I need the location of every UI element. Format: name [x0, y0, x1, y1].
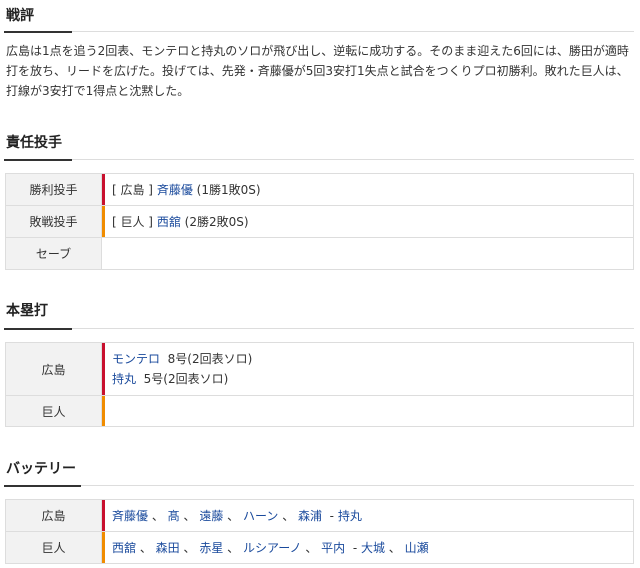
commentary-text: 広島は1点を追う2回表、モンテロと持丸のソロが飛び出し、逆転に成功する。そのまま…	[6, 44, 629, 98]
player-link[interactable]: 髙	[168, 509, 180, 523]
pitcher-row-label: セーブ	[5, 237, 102, 270]
team-tag: [ 広島 ]	[112, 183, 153, 197]
pitcher-row-loss: 敗戦投手 [ 巨人 ] 西舘 (2勝2敗0S)	[5, 205, 634, 238]
player-link[interactable]: 遠藤	[199, 509, 223, 523]
player-link[interactable]: ルシアーノ	[243, 541, 302, 555]
player-link[interactable]: 西舘	[157, 215, 181, 229]
homerun-row-label: 広島	[5, 342, 102, 396]
battery-row-label: 巨人	[5, 531, 102, 564]
team-color-bar	[102, 500, 105, 531]
player-link[interactable]: 森田	[156, 541, 180, 555]
pitchers-title: 責任投手	[6, 135, 62, 151]
homerun-row-label: 巨人	[5, 395, 102, 427]
player-link[interactable]: 森浦	[298, 509, 322, 523]
pitcher-row-label: 敗戦投手	[5, 205, 102, 238]
homeruns-title-rule	[4, 328, 72, 330]
player-link[interactable]: 持丸	[338, 509, 362, 523]
player-link[interactable]: 山瀬	[405, 541, 429, 555]
homerun-row-giants: 巨人	[5, 395, 634, 427]
homerun-row-value: モンテロ 8号(2回表ソロ) 持丸 5号(2回表ソロ)	[101, 342, 634, 396]
battery-title-rule	[4, 485, 81, 487]
player-link[interactable]: モンテロ	[112, 352, 160, 366]
battery-title: バッテリー	[6, 461, 76, 477]
battery-title-rule-light	[81, 485, 634, 486]
player-link[interactable]: ハーン	[243, 509, 278, 523]
player-link[interactable]: 持丸	[112, 372, 136, 386]
pitcher-row-value: [ 巨人 ] 西舘 (2勝2敗0S)	[101, 205, 634, 238]
pitcher-stats: (2勝2敗0S)	[184, 215, 249, 229]
pitcher-row-save: セーブ	[5, 237, 634, 270]
pitchers-table: 勝利投手 [ 広島 ] 斉藤優 (1勝1敗0S) 敗戦投手 [ 巨人 ] 西舘 …	[5, 173, 634, 270]
pitcher-row-label: 勝利投手	[5, 173, 102, 206]
pitcher-row-value: [ 広島 ] 斉藤優 (1勝1敗0S)	[101, 173, 634, 206]
team-color-bar	[102, 206, 105, 237]
homerun-detail: 8号(2回表ソロ)	[167, 352, 253, 366]
pitcher-row-win: 勝利投手 [ 広島 ] 斉藤優 (1勝1敗0S)	[5, 173, 634, 206]
player-link[interactable]: 西舘	[112, 541, 136, 555]
player-link[interactable]: 斉藤優	[112, 509, 148, 523]
homeruns-table: 広島 モンテロ 8号(2回表ソロ) 持丸 5号(2回表ソロ) 巨人	[5, 342, 634, 427]
battery-row-value: 西舘 、 森田 、 赤星 、 ルシアーノ 、 平内 - 大城 、 山瀬	[101, 531, 634, 564]
homerun-detail: 5号(2回表ソロ)	[143, 372, 229, 386]
homerun-entry: 持丸 5号(2回表ソロ)	[102, 369, 633, 389]
battery-row-giants: 巨人 西舘 、 森田 、 赤星 、 ルシアーノ 、 平内 - 大城 、 山瀬	[5, 531, 634, 564]
player-link[interactable]: 平内	[321, 541, 345, 555]
player-link[interactable]: 大城	[361, 541, 385, 555]
pitcher-row-value	[101, 237, 634, 270]
team-tag: [ 巨人 ]	[112, 215, 153, 229]
team-color-bar	[102, 343, 105, 395]
player-link[interactable]: 斉藤優	[157, 183, 193, 197]
battery-row-value: 斉藤優 、 髙 、 遠藤 、 ハーン 、 森浦 - 持丸	[101, 499, 634, 532]
battery-row-hiroshima: 広島 斉藤優 、 髙 、 遠藤 、 ハーン 、 森浦 - 持丸	[5, 499, 634, 532]
commentary-title-rule-light	[72, 31, 634, 32]
team-color-bar	[102, 396, 105, 426]
homerun-row-value	[101, 395, 634, 427]
commentary-title: 戦評	[6, 8, 34, 24]
team-color-bar	[102, 532, 105, 563]
pitchers-title-rule	[4, 159, 72, 161]
commentary-title-rule	[4, 31, 72, 33]
battery-table: 広島 斉藤優 、 髙 、 遠藤 、 ハーン 、 森浦 - 持丸 巨人 西舘 、 …	[5, 499, 634, 564]
homeruns-title-rule-light	[72, 328, 634, 329]
player-link[interactable]: 赤星	[199, 541, 223, 555]
homeruns-title: 本塁打	[6, 303, 48, 319]
pitcher-stats: (1勝1敗0S)	[196, 183, 261, 197]
homerun-entry: モンテロ 8号(2回表ソロ)	[102, 349, 633, 369]
homerun-row-hiroshima: 広島 モンテロ 8号(2回表ソロ) 持丸 5号(2回表ソロ)	[5, 342, 634, 396]
pitchers-title-rule-light	[72, 159, 634, 160]
team-color-bar	[102, 174, 105, 205]
battery-row-label: 広島	[5, 499, 102, 532]
